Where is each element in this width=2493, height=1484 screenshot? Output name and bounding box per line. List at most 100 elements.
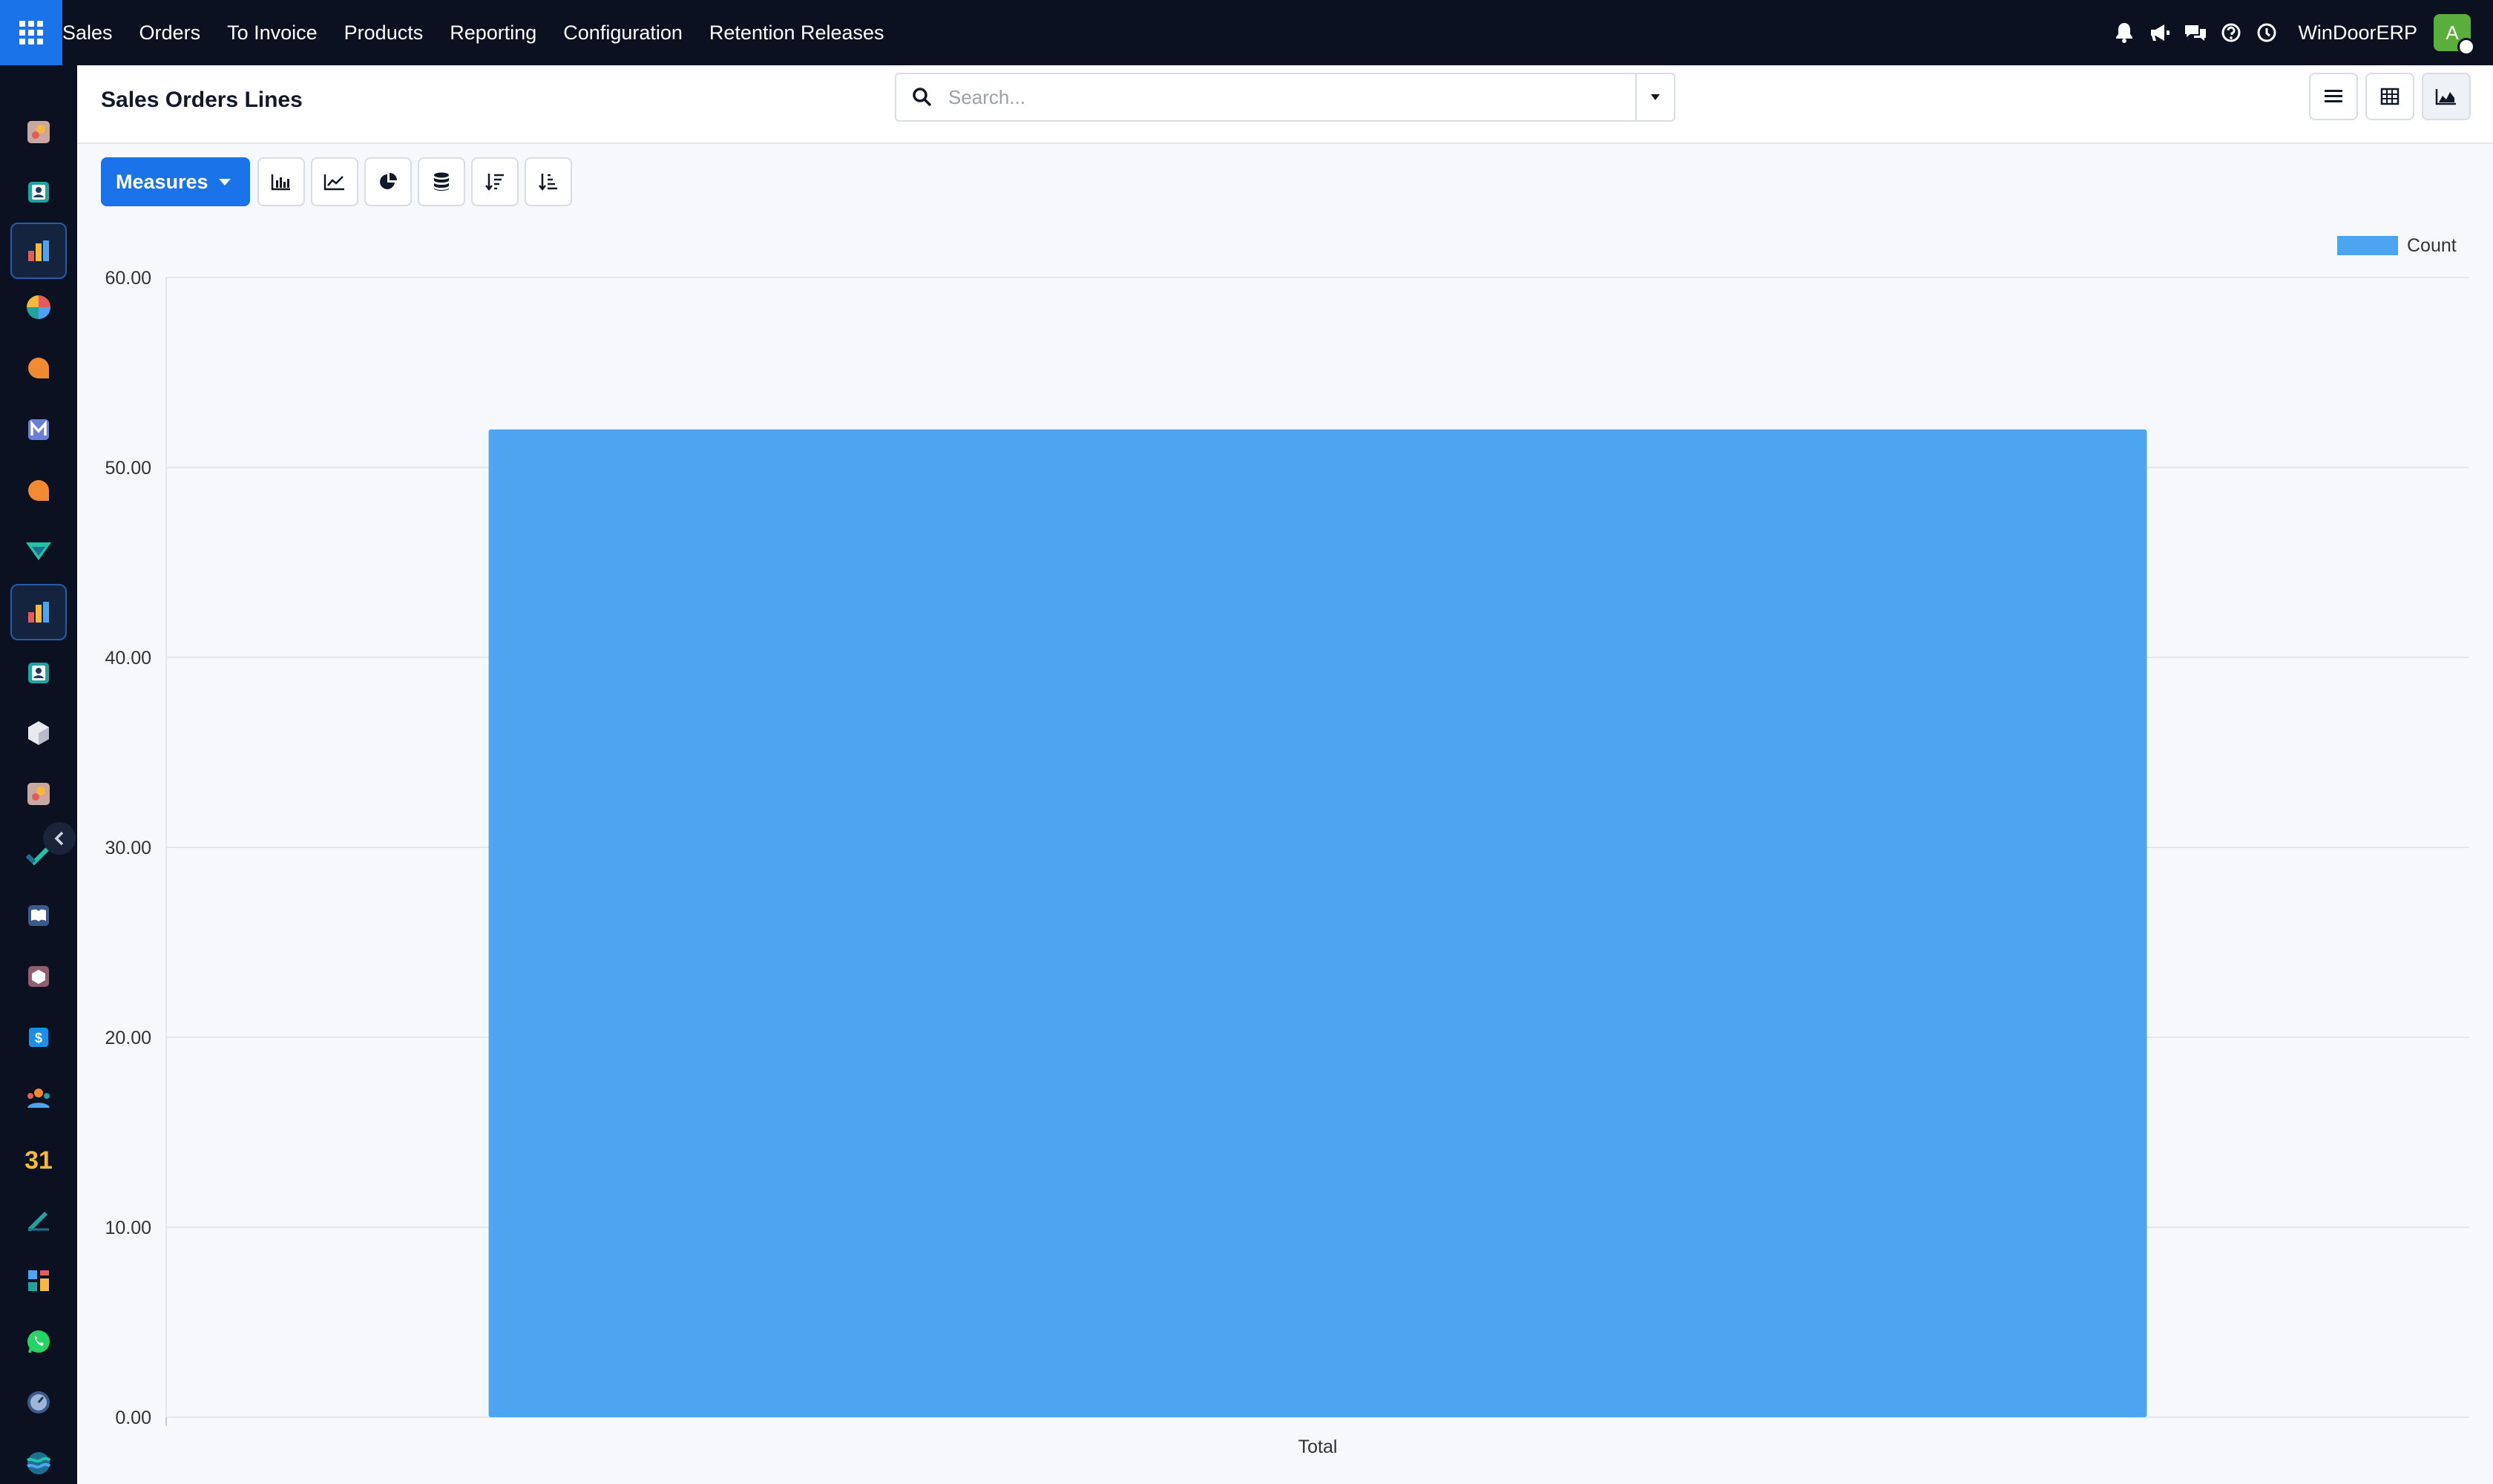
sidebar-whatsapp[interactable] (10, 1313, 67, 1370)
sidebar-mail-marketing[interactable] (10, 401, 67, 458)
menu-retention-releases[interactable]: Retention Releases (696, 0, 898, 65)
grid-icon (19, 21, 43, 45)
sidebar-collapse-button[interactable] (43, 822, 76, 855)
sidebar-calendar[interactable]: 31 (10, 1131, 67, 1187)
search-options-toggle[interactable] (1635, 74, 1674, 120)
caret-down-icon (218, 178, 231, 186)
widgets-icon (28, 1270, 49, 1291)
help-icon[interactable] (2213, 0, 2249, 65)
search-input[interactable] (948, 76, 1635, 118)
timer-icon (27, 1391, 50, 1414)
sidebar-sign[interactable] (10, 1192, 67, 1248)
sidebar-knowledge[interactable] (10, 887, 67, 944)
avatar-initial: A (2446, 21, 2459, 44)
main-menu: Sales Orders To Invoice Products Reporti… (62, 0, 898, 65)
list-icon (2325, 90, 2342, 102)
contacts-icon (28, 182, 49, 203)
wave-icon (26, 1452, 51, 1474)
top-navbar: Sales Orders To Invoice Products Reporti… (0, 0, 2493, 65)
stacked-button[interactable] (417, 157, 465, 206)
bar-total (488, 429, 2147, 1417)
graph-chart: 0.00 10.00 20.00 30.00 40.00 50.00 60.00 Total C… (77, 215, 2493, 1484)
sidebar-contacts[interactable] (10, 164, 67, 220)
graph-view-button[interactable] (2422, 73, 2471, 120)
y-tick-label: 60.00 (105, 268, 151, 289)
legend-swatch (2337, 236, 2398, 255)
sort-ascending-button[interactable] (524, 157, 572, 206)
pie-app-icon (27, 295, 50, 319)
sort-descending-button[interactable] (470, 157, 519, 206)
menu-configuration[interactable]: Configuration (550, 0, 696, 65)
pie-chart-icon (379, 173, 397, 189)
y-tick-label: 10.00 (105, 1218, 151, 1238)
pie-chart-button[interactable] (364, 157, 412, 206)
menu-orders[interactable]: Orders (126, 0, 214, 65)
view-switcher (2309, 73, 2471, 120)
cube-icon (28, 721, 49, 745)
y-tick-label: 50.00 (105, 458, 151, 479)
sidebar-dashboards[interactable] (10, 223, 67, 279)
contacts-icon (28, 663, 49, 683)
dollar-icon: $ (29, 1028, 48, 1047)
megaphone-icon[interactable] (2142, 0, 2178, 65)
bar-chart-button[interactable] (257, 157, 305, 206)
y-tick-label: 40.00 (105, 648, 151, 669)
y-tick-label: 20.00 (105, 1028, 151, 1048)
mail-icon (28, 419, 49, 440)
app-menu-button[interactable] (0, 0, 62, 65)
sidebar-invoicing[interactable]: $ (10, 1009, 67, 1066)
sidebar-inventory[interactable] (10, 948, 67, 1005)
menu-to-invoice[interactable]: To Invoice (214, 0, 331, 65)
svg-text:$: $ (35, 1031, 42, 1045)
search-bar (895, 73, 1675, 122)
table-icon (2380, 88, 2400, 105)
sidebar-timer[interactable] (10, 1374, 67, 1431)
sidebar-pie-app[interactable] (10, 279, 67, 335)
employees-icon (27, 1089, 50, 1108)
sidebar-cube-app[interactable] (10, 705, 67, 761)
livechat-icon (28, 480, 49, 501)
sign-icon (28, 1212, 49, 1231)
app-b-icon (27, 783, 50, 805)
pivot-view-button[interactable] (2365, 73, 2414, 120)
area-chart-icon (2435, 89, 2456, 105)
caret-down-icon (1651, 94, 1660, 100)
sidebar-wave-app[interactable] (10, 1435, 67, 1484)
measures-dropdown-button[interactable]: Measures (101, 157, 250, 206)
sidebar-discuss[interactable] (10, 340, 67, 396)
y-tick-label: 0.00 (115, 1408, 151, 1428)
sidebar-widgets[interactable] (10, 1252, 67, 1309)
line-chart-button[interactable] (310, 157, 358, 206)
bar-chart-icon (271, 174, 290, 191)
control-panel: Sales Orders Lines (77, 65, 2493, 144)
sidebar-reporting[interactable] (10, 584, 67, 640)
graph-toolbar: Measures (101, 157, 572, 206)
bell-icon[interactable] (2106, 0, 2142, 65)
list-view-button[interactable] (2309, 73, 2358, 120)
app-a-icon (27, 121, 50, 143)
user-avatar[interactable]: A (2434, 14, 2475, 56)
x-tick-label: Total (1298, 1437, 1338, 1457)
book-icon (28, 905, 49, 926)
search-icon[interactable] (896, 74, 948, 120)
chevron-left-icon (54, 831, 64, 846)
clock-icon[interactable] (2249, 0, 2285, 65)
inventory-icon (28, 966, 49, 987)
company-name[interactable]: WinDoorERP (2298, 22, 2417, 45)
menu-products[interactable]: Products (331, 0, 437, 65)
database-icon (433, 172, 449, 191)
sidebar-contacts-2[interactable] (10, 645, 67, 701)
sidebar-app-b[interactable] (10, 766, 67, 822)
v-app-icon (26, 542, 51, 560)
sidebar-employees[interactable] (10, 1070, 67, 1126)
menu-reporting[interactable]: Reporting (436, 0, 550, 65)
sort-ascending-icon (538, 174, 557, 191)
status-dot (2457, 38, 2475, 56)
menu-sales[interactable]: Sales (62, 0, 126, 65)
sidebar-v-app[interactable] (10, 522, 67, 579)
sidebar-app-a[interactable] (10, 104, 67, 160)
app-sidebar: $ 31 (0, 65, 77, 1484)
sidebar-livechat[interactable] (10, 462, 67, 519)
chat-icon[interactable] (2178, 0, 2213, 65)
page-title: Sales Orders Lines (101, 88, 303, 112)
